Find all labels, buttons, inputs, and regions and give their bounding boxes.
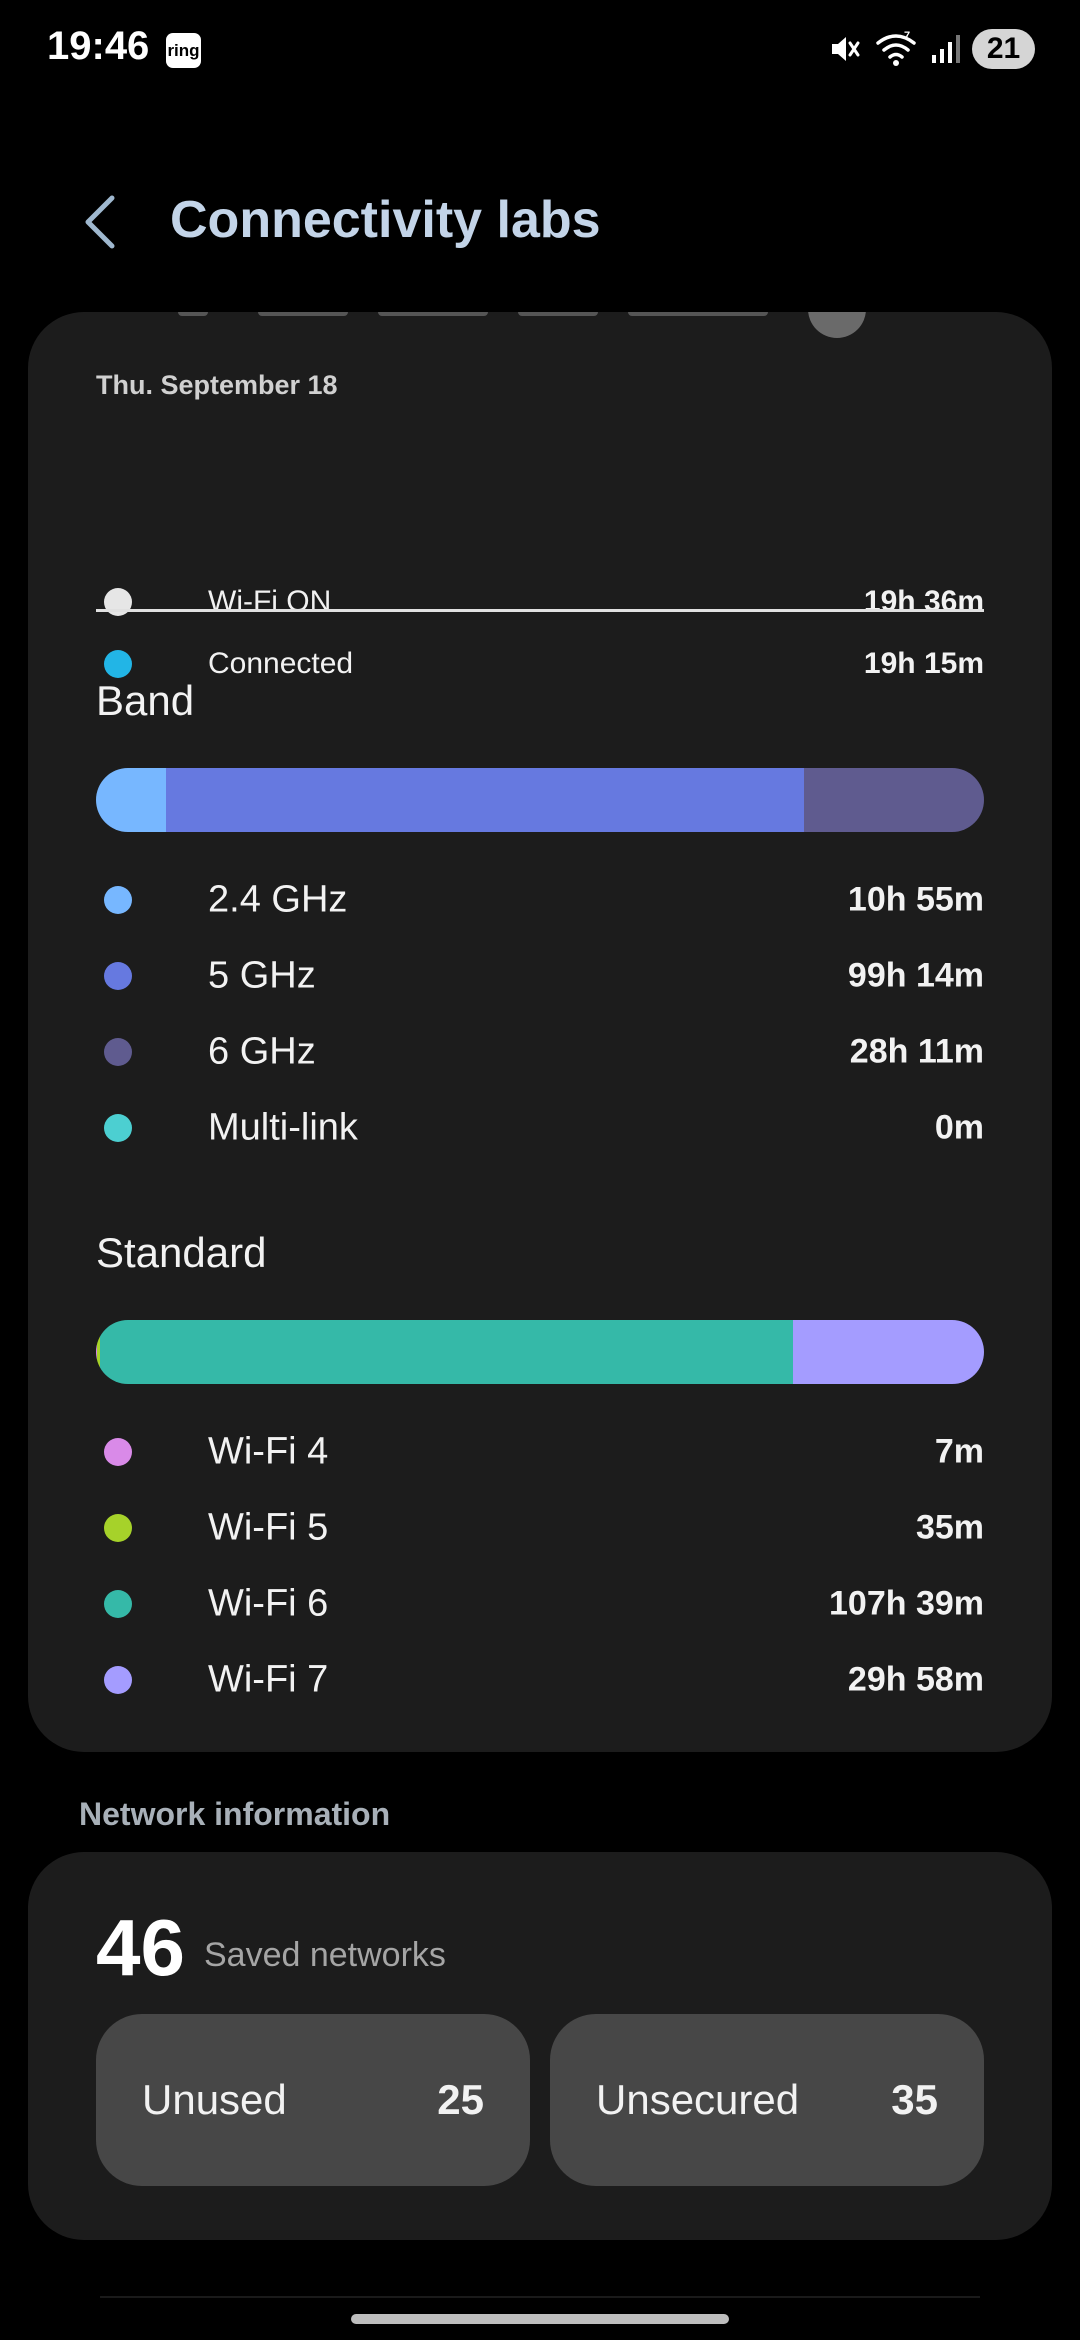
connected-row: Connected 19h 15m	[96, 639, 984, 689]
band-value: 0m	[934, 1108, 984, 1147]
band-value: 10h 55m	[847, 880, 984, 919]
legend-dot	[104, 1590, 132, 1618]
band-label: 2.4 GHz	[208, 878, 348, 921]
mute-icon	[832, 37, 860, 61]
standard-row-wifi4: Wi-Fi 4 7m	[96, 1427, 984, 1477]
wifi-on-row: Wi-Fi ON 19h 36m	[96, 577, 984, 627]
band-label: 5 GHz	[208, 954, 316, 997]
legend-dot	[104, 1666, 132, 1694]
page-title: Connectivity labs	[170, 191, 601, 249]
unused-count: 25	[437, 2076, 484, 2123]
standard-label: Wi-Fi 5	[208, 1506, 329, 1549]
back-button[interactable]	[78, 192, 122, 252]
network-info-heading: Network information	[79, 1796, 391, 1832]
band-title: Band	[96, 677, 195, 724]
usage-date: Thu. September 18	[96, 370, 338, 400]
saved-networks-label: Saved networks	[204, 1936, 446, 1974]
standard-value: 107h 39m	[829, 1584, 984, 1623]
band-label: 6 GHz	[208, 1030, 316, 1073]
band-label: Multi-link	[208, 1106, 358, 1149]
standard-value: 7m	[934, 1432, 984, 1471]
unsecured-count: 35	[891, 2076, 938, 2123]
band-row-6ghz: 6 GHz 28h 11m	[96, 1027, 984, 1077]
band-row-2-4ghz: 2.4 GHz 10h 55m	[96, 875, 984, 925]
legend-dot	[104, 1438, 132, 1466]
bar-segment	[166, 768, 804, 832]
home-indicator[interactable]	[351, 2314, 729, 2324]
legend-dot	[104, 650, 132, 678]
standard-bar	[96, 1320, 984, 1384]
bar-segment	[793, 1320, 984, 1384]
unsecured-networks-button[interactable]: Unsecured 35	[550, 2014, 984, 2186]
standard-value: 29h 58m	[847, 1660, 984, 1699]
bar-segment	[803, 768, 984, 832]
chevron-left-icon	[85, 195, 115, 249]
wifi-7-icon: 7	[876, 30, 916, 66]
band-value: 28h 11m	[849, 1032, 984, 1071]
bar-segment	[96, 768, 167, 832]
svg-text:7: 7	[904, 30, 910, 42]
standard-row-wifi5: Wi-Fi 5 35m	[96, 1503, 984, 1553]
standard-title: Standard	[96, 1229, 267, 1276]
bottom-divider	[100, 2296, 980, 2298]
band-bar	[96, 768, 984, 832]
battery-indicator: 21	[972, 29, 1035, 69]
legend-dot	[104, 886, 132, 914]
ring-app-icon: ring	[166, 33, 201, 68]
status-icons: 7 21	[826, 27, 1035, 71]
standard-label: Wi-Fi 7	[208, 1658, 329, 1701]
saved-networks-count: 46	[96, 1903, 185, 1992]
signal-icon	[932, 35, 960, 63]
band-row-5ghz: 5 GHz 99h 14m	[96, 951, 984, 1001]
legend-dot	[104, 1038, 132, 1066]
wifi-on-label: Wi-Fi ON	[208, 585, 332, 618]
standard-row-wifi7: Wi-Fi 7 29h 58m	[96, 1655, 984, 1705]
status-bar: 19:46 ring 7 21	[0, 0, 1080, 100]
band-value: 99h 14m	[847, 956, 984, 995]
connected-value: 19h 15m	[863, 647, 984, 680]
connected-label: Connected	[208, 647, 354, 680]
standard-label: Wi-Fi 4	[208, 1430, 329, 1473]
legend-dot	[104, 1114, 132, 1142]
wifi-on-value: 19h 36m	[863, 585, 984, 618]
legend-dot	[104, 1514, 132, 1542]
network-info-card: 46 Saved networks Unused 25 Unsecured 35	[28, 1852, 1052, 2240]
band-row-multilink: Multi-link 0m	[96, 1103, 984, 1153]
scrolled-content-remnant	[28, 312, 1052, 338]
unused-networks-button[interactable]: Unused 25	[96, 2014, 530, 2186]
usage-card: Thu. September 18 Wi-Fi ON 19h 36m Conne…	[28, 312, 1052, 1752]
status-time: 19:46	[47, 24, 150, 68]
bar-segment	[100, 1320, 794, 1384]
standard-row-wifi6: Wi-Fi 6 107h 39m	[96, 1579, 984, 1629]
unused-label: Unused	[142, 2076, 287, 2123]
standard-value: 35m	[915, 1508, 984, 1547]
legend-dot	[104, 962, 132, 990]
standard-label: Wi-Fi 6	[208, 1582, 329, 1625]
unsecured-label: Unsecured	[596, 2076, 800, 2123]
divider	[96, 609, 984, 612]
